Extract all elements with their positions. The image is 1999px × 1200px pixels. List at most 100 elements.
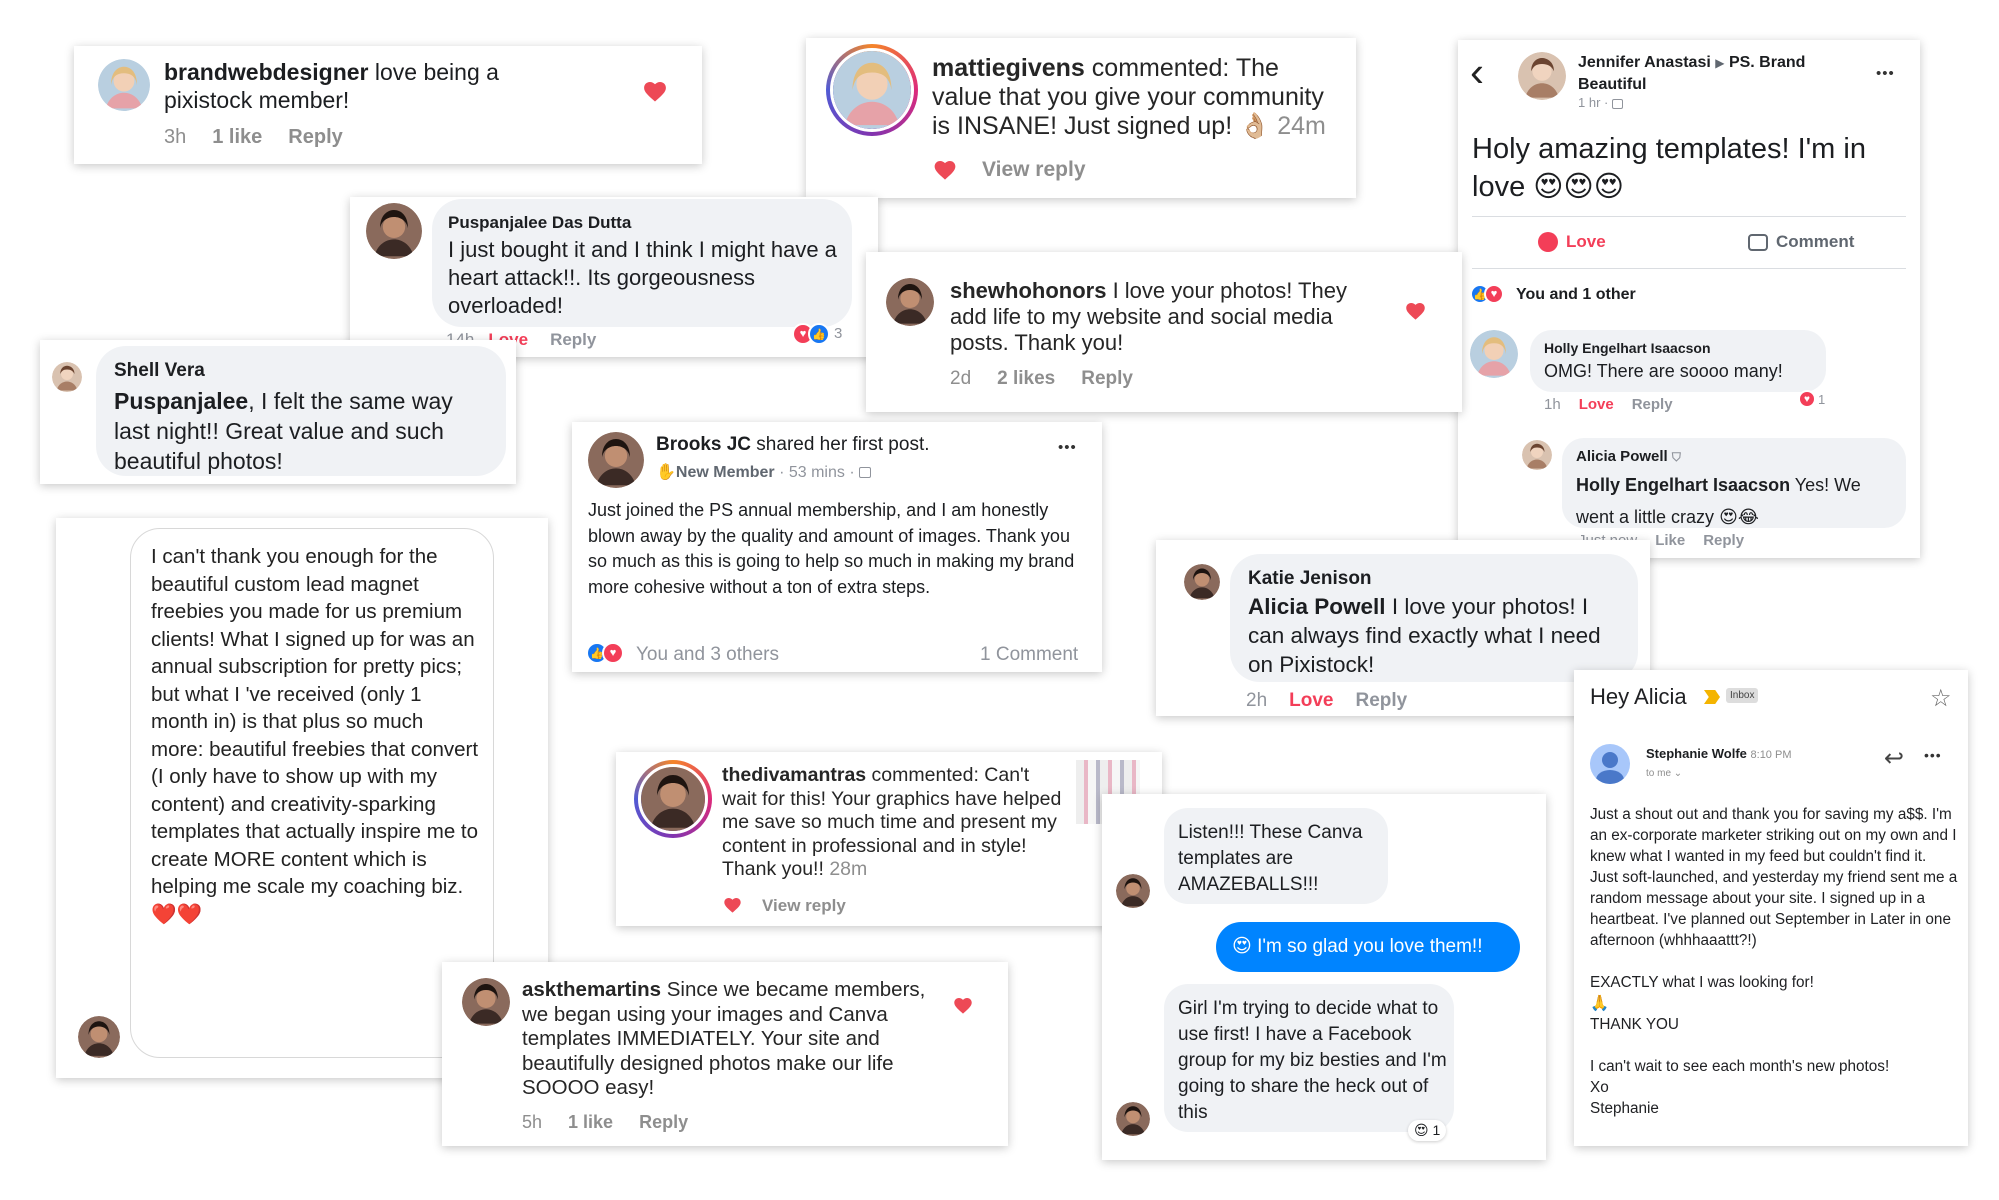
more-options-icon[interactable]: •••: [1924, 748, 1942, 762]
love-button[interactable]: Love: [1538, 232, 1606, 252]
recipient-toggle[interactable]: to me ⌄: [1646, 768, 1682, 779]
view-reply-link[interactable]: View reply: [982, 158, 1086, 182]
comment-time: 28m: [829, 858, 868, 880]
avatar[interactable]: [1184, 564, 1220, 600]
comment-card-shewhohonors: shewhohonors I love your photos! They ad…: [866, 252, 1462, 412]
reaction-count: 1: [1818, 392, 1826, 407]
commenter-name[interactable]: Katie Jenison: [1248, 568, 1372, 590]
commenter-name[interactable]: Puspanjalee Das Dutta: [448, 213, 631, 233]
gmail-message: Hey Alicia Inbox ☆ Stephanie Wolfe 8:10 …: [1574, 670, 1968, 1146]
comment-time: 5h: [522, 1112, 543, 1132]
avatar[interactable]: [462, 978, 510, 1026]
comment-card-thedivamantras: thedivamantras commented: Can't wait for…: [616, 752, 1162, 926]
reply-link[interactable]: Reply: [639, 1112, 688, 1132]
avatar[interactable]: [1470, 330, 1518, 378]
poster-name[interactable]: Jennifer Anastasi: [1578, 54, 1711, 71]
avatar[interactable]: [366, 203, 422, 259]
avatar[interactable]: [826, 44, 918, 136]
comments-count[interactable]: 1 Comment: [980, 644, 1078, 666]
ok-hand-emoji: 👌🏼: [1239, 112, 1271, 140]
reply-author[interactable]: Alicia Powell: [1576, 448, 1668, 465]
back-arrow-icon[interactable]: ‹: [1470, 48, 1484, 96]
comment-time: 3h: [164, 126, 187, 148]
avatar[interactable]: [634, 760, 712, 838]
avatar[interactable]: [588, 432, 644, 488]
post-action: shared her first post.: [751, 434, 930, 455]
reply-bubble: Alicia Powell ⛉ Holly Engelhart Isaacson…: [1562, 438, 1906, 528]
avatar[interactable]: [1116, 1102, 1150, 1136]
username[interactable]: askthemartins: [522, 978, 661, 1001]
likes-count[interactable]: 1 like: [212, 126, 262, 148]
username[interactable]: brandwebdesigner: [164, 59, 368, 85]
likes-count[interactable]: 2 likes: [997, 368, 1055, 389]
love-reaction-icon: ♥: [602, 642, 624, 664]
mentioned-user[interactable]: Puspanjalee: [114, 388, 248, 414]
heart-icon[interactable]: [724, 898, 741, 913]
poster-name[interactable]: Brooks JC: [656, 434, 751, 455]
username[interactable]: shewhohonors: [950, 278, 1106, 303]
heart-icon[interactable]: [1406, 303, 1425, 320]
heart-icon[interactable]: [954, 998, 972, 1014]
mentioned-user[interactable]: Alicia Powell: [1248, 594, 1386, 619]
comment-time: 2h: [1246, 690, 1268, 711]
email-signoff: Xo: [1590, 1079, 1609, 1096]
mentioned-user[interactable]: Holly Engelhart Isaacson: [1576, 475, 1790, 495]
reply-link[interactable]: Reply: [1703, 532, 1744, 549]
post-text: Holy amazing templates! I'm in love: [1472, 133, 1866, 203]
comment-card-shell-vera: Shell Vera Puspanjalee, I felt the same …: [40, 340, 516, 484]
comment-bubble: Katie Jenison Alicia Powell I love your …: [1230, 554, 1638, 682]
reply-link[interactable]: Reply: [1356, 690, 1408, 711]
comment-button[interactable]: Comment: [1748, 232, 1854, 252]
avatar[interactable]: [1116, 874, 1150, 908]
email-line: I can't wait to see each month's new pho…: [1590, 1058, 1890, 1075]
email-line: EXACTLY what I was looking for!: [1590, 974, 1814, 991]
reply-link[interactable]: Reply: [550, 330, 596, 349]
heart-icon[interactable]: [934, 161, 956, 180]
inbox-label[interactable]: Inbox: [1726, 688, 1759, 703]
star-icon[interactable]: ☆: [1930, 684, 1952, 713]
comment-bubble: Shell Vera Puspanjalee, I felt the same …: [96, 346, 506, 476]
reply-link[interactable]: Reply: [288, 126, 342, 148]
avatar[interactable]: [78, 1016, 120, 1058]
avatar[interactable]: [886, 278, 934, 326]
divider: [1472, 216, 1906, 217]
love-link[interactable]: Love: [1579, 396, 1614, 413]
more-options-icon[interactable]: •••: [1876, 66, 1895, 81]
reply-link[interactable]: Reply: [1081, 368, 1133, 389]
commenter-name[interactable]: Shell Vera: [114, 360, 205, 382]
reactors-summary[interactable]: You and 1 other: [1516, 286, 1636, 304]
post-meta: · 53 mins ·: [779, 464, 855, 481]
email-body: Just a shout out and thank you for savin…: [1590, 806, 1958, 949]
message-text: I can't thank you enough for the beautif…: [151, 545, 479, 898]
avatar[interactable]: [98, 59, 150, 111]
sender-name[interactable]: Stephanie Wolfe: [1646, 746, 1747, 761]
post-text: Just joined the PS annual membership, an…: [588, 500, 1075, 597]
avatar[interactable]: [52, 362, 82, 392]
reply-emoji: 😍😂: [1719, 507, 1759, 527]
heart-eyes-emoji: 😍😍😍: [1533, 171, 1624, 203]
username[interactable]: thedivamantras: [722, 764, 866, 786]
like-reaction-icon: 👍: [808, 323, 830, 345]
view-reply-link[interactable]: View reply: [762, 896, 846, 916]
comment-card-puspanjalee: Puspanjalee Das Dutta I just bought it a…: [350, 197, 878, 357]
username[interactable]: mattiegivens: [932, 54, 1085, 82]
avatar[interactable]: [1522, 440, 1552, 470]
comment-card-mattiegivens: mattiegivens commented: The value that y…: [806, 38, 1356, 198]
heart-eyes-emoji: 😍: [1414, 1122, 1429, 1138]
reply-icon[interactable]: ↩: [1884, 744, 1904, 773]
reply-time: 1h: [1544, 396, 1561, 413]
reply-link[interactable]: Reply: [1632, 396, 1673, 413]
sent-message: 😍 I'm so glad you love them!!: [1216, 922, 1520, 972]
reply-author[interactable]: Holly Engelhart Isaacson: [1544, 340, 1711, 356]
avatar[interactable]: [1518, 52, 1566, 100]
received-message: Girl I'm trying to decide what to use fi…: [1164, 984, 1454, 1132]
sender-avatar[interactable]: [1590, 744, 1630, 784]
more-options-icon[interactable]: •••: [1058, 440, 1077, 455]
comment-card-askthemartins: askthemartins Since we became members, w…: [442, 962, 1008, 1146]
heart-icon[interactable]: [644, 82, 666, 102]
love-link[interactable]: Love: [1289, 690, 1333, 711]
like-link[interactable]: Like: [1655, 532, 1685, 549]
likes-count[interactable]: 1 like: [568, 1112, 613, 1132]
reactors-summary[interactable]: You and 3 others: [636, 644, 779, 666]
important-marker-icon[interactable]: [1704, 690, 1720, 704]
